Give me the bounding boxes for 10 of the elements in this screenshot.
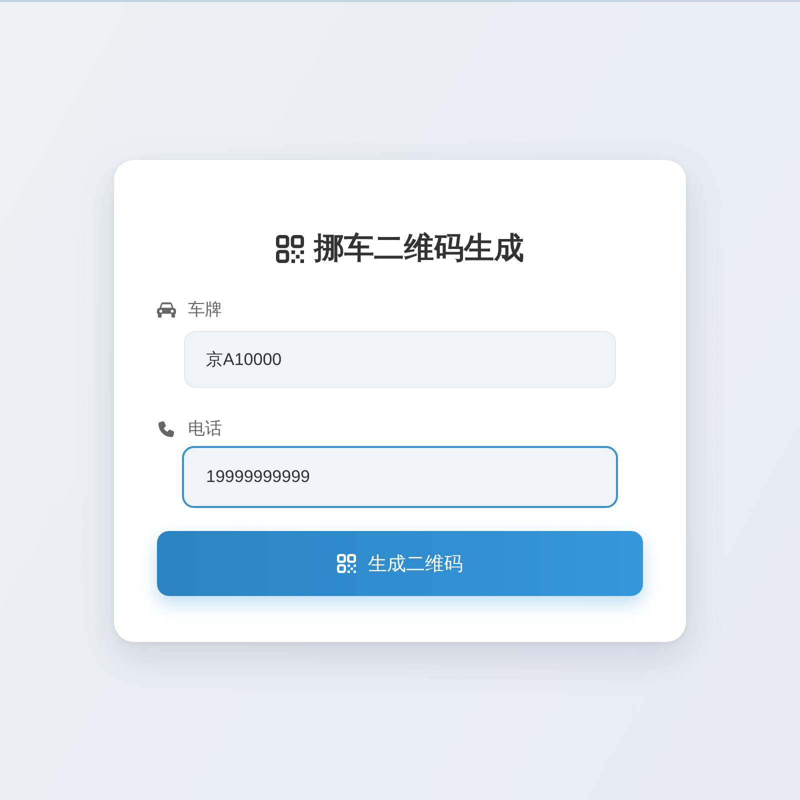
phone-icon xyxy=(157,421,176,437)
input-field[interactable]: 19999999999 xyxy=(182,446,618,508)
qr-code-icon xyxy=(337,554,356,573)
input-field[interactable]: 京A10000 xyxy=(184,331,616,388)
car-icon xyxy=(157,302,176,318)
field-label: 车牌 xyxy=(188,299,222,321)
qr-code-icon xyxy=(276,235,304,263)
generate-button[interactable]: 生成二维码 xyxy=(157,531,643,596)
field-label: 电话 xyxy=(188,418,222,440)
page-title: 挪车二维码生成 xyxy=(314,231,524,267)
